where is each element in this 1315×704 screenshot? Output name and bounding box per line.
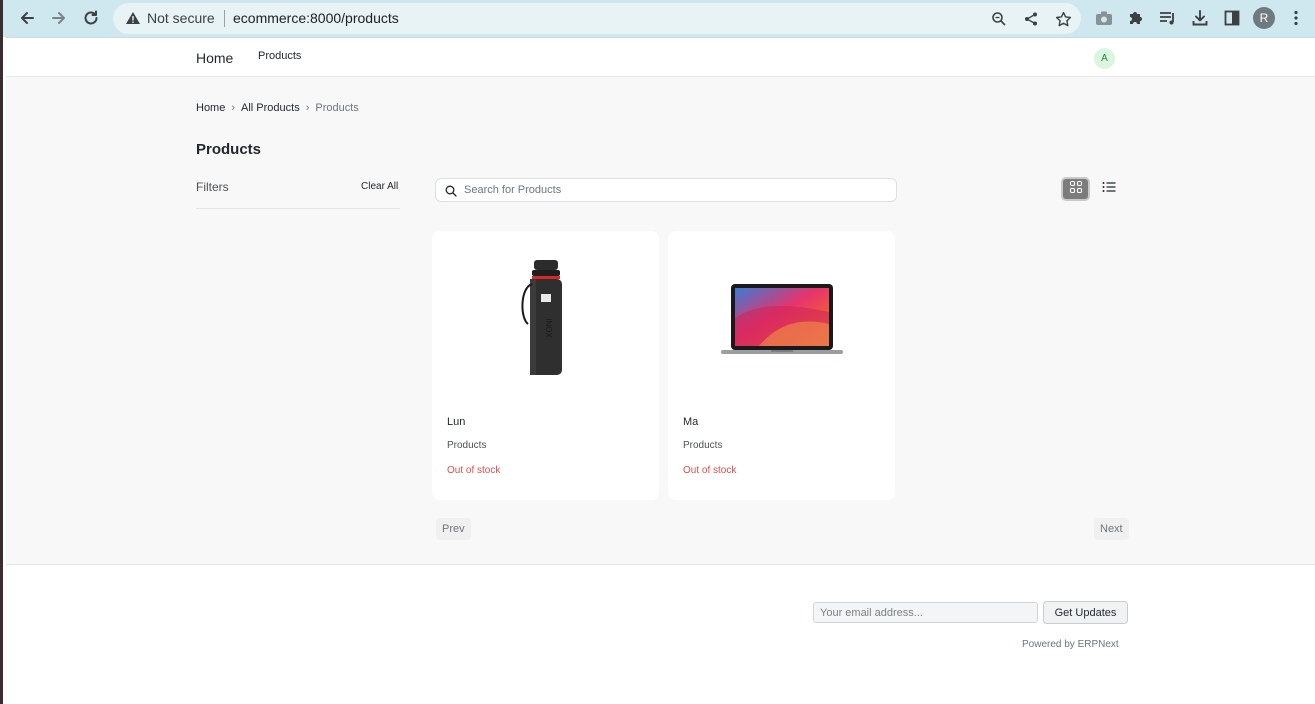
browser-window: Not secure ecommerce:8000/products R Hom…: [0, 0, 1315, 704]
zoom-icon[interactable]: [989, 9, 1009, 29]
breadcrumb-current: Products: [315, 102, 359, 114]
camera-icon[interactable]: [1094, 8, 1114, 28]
back-arrow-icon[interactable]: [14, 6, 40, 30]
share-icon[interactable]: [1021, 9, 1041, 29]
product-category: Products: [683, 440, 723, 451]
download-icon[interactable]: [1190, 8, 1210, 28]
filters-label: Filters: [196, 180, 229, 194]
search-icon: [445, 184, 457, 202]
svg-text:INOX: INOX: [544, 318, 553, 338]
clear-all-button[interactable]: Clear All: [361, 181, 398, 192]
site-footer: Get Updates Powered by ERPNext: [6, 566, 1315, 704]
breadcrumb-all-products[interactable]: All Products: [241, 102, 300, 114]
nav-products-link[interactable]: Products: [258, 50, 301, 62]
get-updates-button[interactable]: Get Updates: [1043, 601, 1128, 624]
laptop-icon: [720, 283, 843, 354]
product-name[interactable]: Ma: [683, 416, 698, 428]
profile-avatar[interactable]: R: [1253, 7, 1275, 29]
stock-status: Out of stock: [683, 465, 737, 476]
address-divider: [224, 10, 225, 27]
main-content: Home › All Products › Products Products …: [6, 77, 1315, 565]
prev-page-button[interactable]: Prev: [436, 518, 471, 540]
page-title: Products: [196, 141, 262, 158]
water-bottle-icon: INOX: [521, 259, 562, 375]
reload-icon[interactable]: [78, 6, 104, 30]
product-card[interactable]: Ma Products Out of stock: [668, 231, 895, 500]
email-input[interactable]: [813, 602, 1038, 623]
site-navbar: Home Products A: [6, 37, 1315, 77]
stock-status: Out of stock: [447, 465, 501, 476]
search-box: [435, 178, 897, 202]
product-category: Products: [447, 440, 487, 451]
forward-arrow-icon[interactable]: [46, 6, 72, 30]
warning-icon[interactable]: [125, 10, 141, 31]
filters-divider: [196, 208, 400, 209]
product-name[interactable]: Lun: [447, 416, 465, 428]
next-page-button[interactable]: Next: [1094, 518, 1129, 540]
extensions-puzzle-icon[interactable]: [1126, 8, 1146, 28]
breadcrumb-separator-icon: ›: [305, 102, 310, 114]
side-panel-icon[interactable]: [1222, 8, 1242, 28]
grid-view-button[interactable]: [1061, 177, 1090, 201]
grid-icon: [1069, 180, 1083, 199]
breadcrumb-separator-icon: ›: [231, 102, 236, 114]
nav-home-link[interactable]: Home: [196, 50, 233, 66]
powered-by-text[interactable]: Powered by ERPNext: [1022, 639, 1119, 650]
reading-list-icon[interactable]: [1158, 8, 1178, 28]
url-text[interactable]: ecommerce:8000/products: [233, 10, 399, 26]
breadcrumb-home[interactable]: Home: [196, 102, 225, 114]
product-card[interactable]: INOX Lun Products Out of stock: [432, 231, 659, 500]
bookmark-star-icon[interactable]: [1053, 9, 1073, 29]
browser-toolbar: Not secure ecommerce:8000/products R: [3, 0, 1315, 37]
list-view-button[interactable]: [1098, 178, 1120, 200]
product-image[interactable]: INOX: [432, 231, 659, 406]
security-label[interactable]: Not secure: [147, 10, 215, 26]
user-avatar[interactable]: A: [1094, 48, 1115, 69]
address-bar[interactable]: Not secure ecommerce:8000/products: [113, 3, 1081, 34]
breadcrumb: Home › All Products › Products: [196, 102, 359, 114]
list-icon: [1102, 180, 1116, 198]
search-input[interactable]: [464, 182, 884, 198]
product-image[interactable]: [668, 231, 895, 406]
more-vertical-icon[interactable]: [1286, 8, 1306, 28]
